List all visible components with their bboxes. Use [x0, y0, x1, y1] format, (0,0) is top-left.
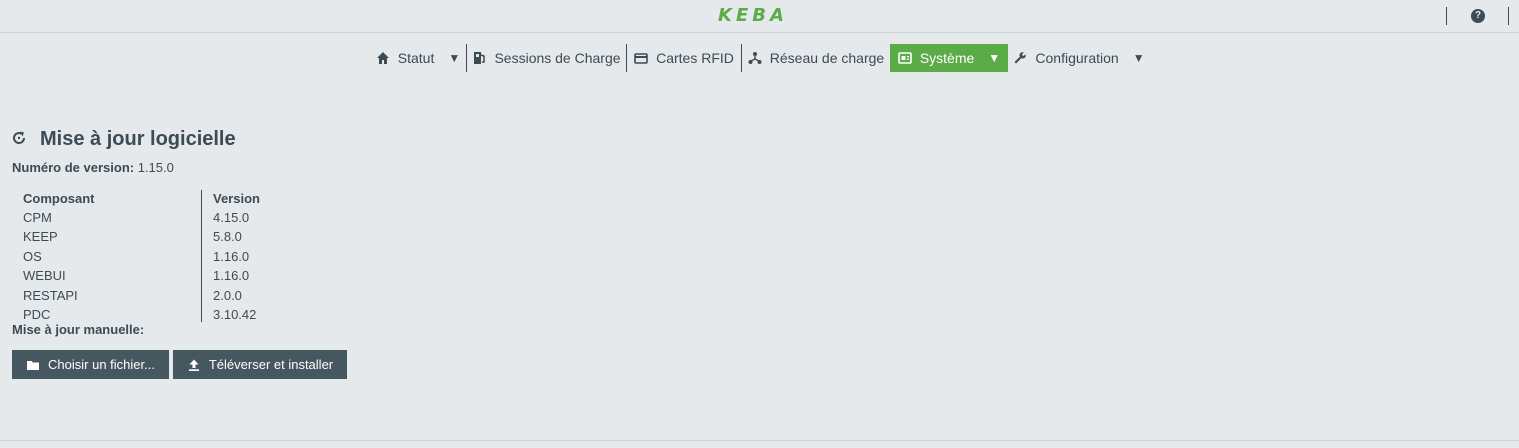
nav-item-label: Système	[919, 50, 975, 66]
main-nav: Statut ▼ Sessions de Charge Cartes RFID …	[0, 44, 1519, 72]
nav-item-sessions[interactable]: Sessions de Charge	[467, 44, 626, 72]
component-column: Composant CPM KEEP OS WEBUI RESTAPI PDC	[23, 190, 95, 324]
refresh-icon	[13, 131, 26, 144]
footer-divider	[0, 440, 1519, 441]
table-header: Version	[213, 191, 260, 206]
upload-install-button[interactable]: Téléverser et installer	[173, 350, 347, 379]
table-cell: 3.10.42	[213, 306, 257, 322]
choose-file-button[interactable]: Choisir un fichier...	[12, 350, 169, 379]
version-column: Version 4.15.0 5.8.0 1.16.0 1.16.0 2.0.0…	[213, 190, 260, 324]
table-cell: 1.16.0	[213, 248, 250, 264]
manual-update-label: Mise à jour manuelle:	[12, 322, 145, 337]
nav-item-reseau[interactable]: Réseau de charge	[742, 44, 890, 72]
network-icon	[748, 52, 762, 64]
version-label: Numéro de version:	[12, 160, 135, 175]
nav-item-label: Statut	[397, 50, 435, 66]
keba-logo: KEBA	[718, 5, 788, 26]
chevron-down-icon: ▼	[988, 51, 1001, 65]
nav-item-configuration[interactable]: Configuration ▼	[1012, 44, 1146, 72]
sessions-icon	[474, 52, 486, 64]
page-title: Mise à jour logicielle	[40, 128, 236, 150]
top-divider	[1508, 7, 1509, 25]
nav-item-label: Cartes RFID	[656, 50, 734, 66]
wrench-icon	[1014, 52, 1027, 64]
table-divider	[201, 190, 202, 322]
nav-item-label: Réseau de charge	[769, 50, 885, 66]
choose-file-label: Choisir un fichier...	[48, 357, 155, 372]
table-cell: WEBUI	[23, 268, 66, 284]
system-icon	[898, 52, 912, 64]
table-cell: 4.15.0	[213, 210, 250, 225]
home-icon	[376, 52, 389, 64]
help-icon[interactable]: ?	[1471, 9, 1485, 23]
upload-label: Téléverser et installer	[208, 357, 334, 372]
table-header: Composant	[23, 191, 95, 206]
table-cell: CPM	[23, 210, 52, 225]
nav-item-systeme[interactable]: Système ▼	[890, 44, 1008, 72]
folder-icon	[27, 360, 40, 370]
table-cell: OS	[23, 248, 42, 264]
table-cell: 5.8.0	[213, 229, 242, 245]
top-bar: KEBA ?	[0, 0, 1519, 33]
table-cell: 2.0.0	[213, 287, 242, 303]
chevron-down-icon: ▼	[1132, 51, 1145, 65]
top-divider	[1446, 7, 1447, 25]
table-cell: KEEP	[23, 229, 58, 245]
table-cell: 1.16.0	[213, 268, 250, 284]
version-value: 1.15.0	[137, 160, 174, 175]
card-icon	[634, 53, 648, 64]
version-line: Numéro de version: 1.15.0	[12, 160, 174, 175]
table-cell: RESTAPI	[23, 287, 78, 303]
nav-item-rfid[interactable]: Cartes RFID	[627, 44, 741, 72]
chevron-down-icon: ▼	[448, 51, 461, 65]
nav-item-label: Configuration	[1035, 50, 1119, 66]
nav-item-statut[interactable]: Statut ▼	[370, 44, 466, 72]
upload-icon	[188, 359, 199, 371]
nav-item-label: Sessions de Charge	[494, 50, 621, 66]
